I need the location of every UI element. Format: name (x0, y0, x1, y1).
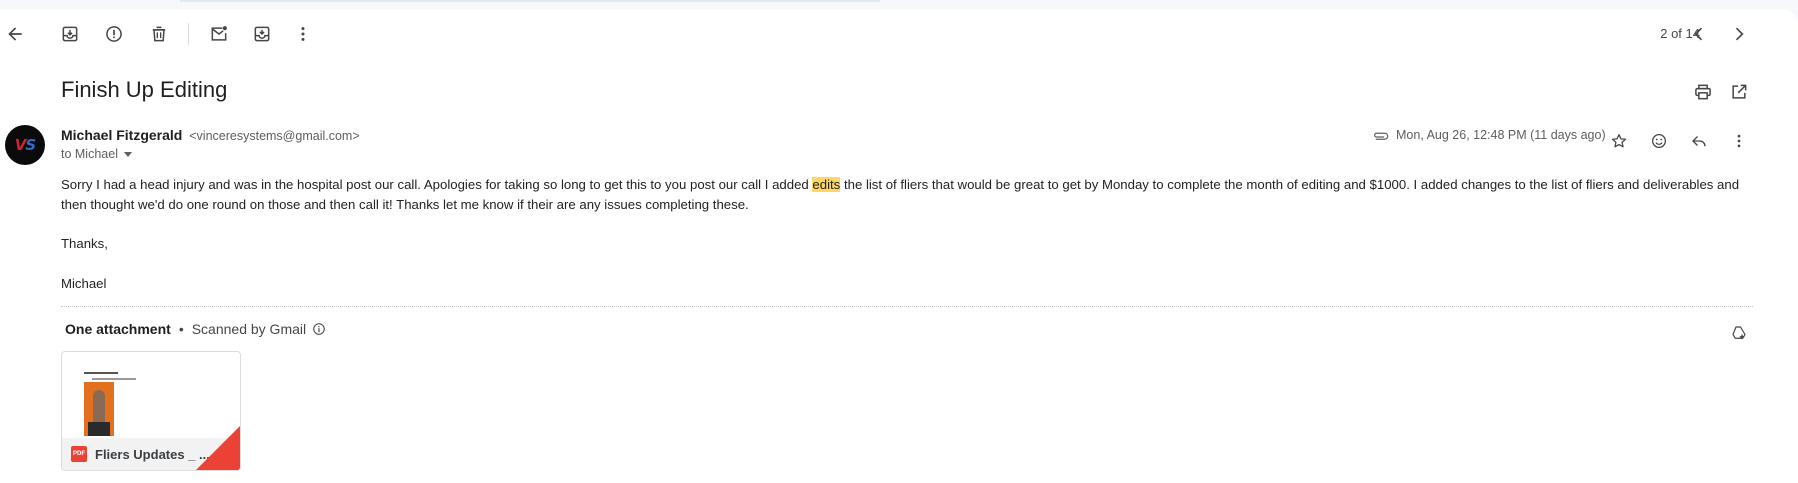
reply-icon (1692, 136, 1706, 147)
add-to-drive-button[interactable] (1719, 313, 1759, 353)
preview-shadow (88, 422, 110, 436)
report-spam-icon (106, 26, 122, 42)
star-button[interactable] (1599, 121, 1639, 161)
archive-icon (62, 26, 78, 42)
message-more-button[interactable] (1719, 121, 1759, 161)
preview-line (92, 378, 136, 380)
report-spam-button[interactable] (94, 14, 134, 54)
recipients-label: to Michael (61, 147, 118, 161)
search-highlight: edits (812, 177, 841, 192)
email-subject: Finish Up Editing (61, 77, 228, 102)
move-to-button[interactable] (242, 14, 282, 54)
sender-email: <vinceresystems@gmail.com> (189, 129, 360, 143)
more-vert-icon (301, 27, 305, 41)
add-to-drive-icon (1732, 326, 1746, 339)
archive-button[interactable] (50, 14, 90, 54)
body-paragraph: Thanks, (61, 236, 108, 251)
separator-dot: • (178, 321, 184, 337)
chevron-right-icon (1735, 27, 1744, 41)
paperclip-icon (1374, 132, 1389, 140)
message-body: Sorry I had a head injury and was in the… (61, 175, 1753, 313)
body-signature: Michael (61, 275, 107, 291)
open-in-new-icon (1732, 84, 1747, 99)
body-text-segment: Sorry I had a head injury and was in the… (61, 177, 813, 192)
sender-avatar[interactable]: VS (5, 125, 45, 165)
reply-button[interactable] (1679, 121, 1719, 161)
older-button[interactable] (1719, 14, 1759, 54)
body-paragraph: Sorry I had a head injury and was in the… (61, 175, 1753, 214)
page-fold-icon (196, 426, 240, 470)
toolbar-separator (188, 23, 189, 45)
message-date: Mon, Aug 26, 12:48 PM (11 days ago) (1396, 128, 1606, 142)
emoji-icon (1651, 133, 1667, 149)
arrow-back-icon (8, 27, 22, 41)
sender-name[interactable]: Michael Fitzgerald (61, 127, 182, 143)
pdf-icon: PDF (71, 446, 87, 462)
preview-line (84, 372, 118, 374)
delete-button[interactable] (139, 14, 179, 54)
scan-note: Scanned by Gmail (191, 321, 307, 337)
more-vert-icon (1737, 134, 1741, 148)
newer-button[interactable] (1679, 14, 1719, 54)
attachment-card[interactable]: PDF Fliers Updates _ ... (61, 351, 241, 471)
sender-line: Michael Fitzgerald <vinceresystems@gmail… (61, 127, 360, 143)
attachments-title: One attachment (65, 321, 171, 337)
more-options-button[interactable] (283, 14, 323, 54)
avatar-logo-icon: VS (14, 136, 36, 154)
star-icon (1611, 133, 1627, 148)
attachments-header: One attachment • Scanned by Gmail (65, 321, 326, 337)
trash-icon (152, 26, 166, 42)
caret-down-icon (123, 151, 132, 157)
chevron-left-icon (1694, 27, 1703, 41)
attachments-divider (61, 306, 1753, 307)
preview-figure (93, 390, 105, 424)
mark-unread-button[interactable] (199, 14, 239, 54)
add-reaction-button[interactable] (1639, 121, 1679, 161)
move-to-inbox-icon (254, 26, 270, 42)
print-button[interactable] (1683, 72, 1723, 112)
top-scroll-strip (180, 0, 880, 2)
preview-image (84, 382, 114, 436)
info-icon[interactable] (312, 322, 326, 336)
open-new-window-button[interactable] (1719, 72, 1759, 112)
recipients-toggle[interactable]: to Michael (61, 147, 132, 161)
print-icon (1695, 84, 1711, 100)
attachment-filename: Fliers Updates _ ... (95, 446, 210, 462)
mark-unread-icon (211, 26, 227, 41)
